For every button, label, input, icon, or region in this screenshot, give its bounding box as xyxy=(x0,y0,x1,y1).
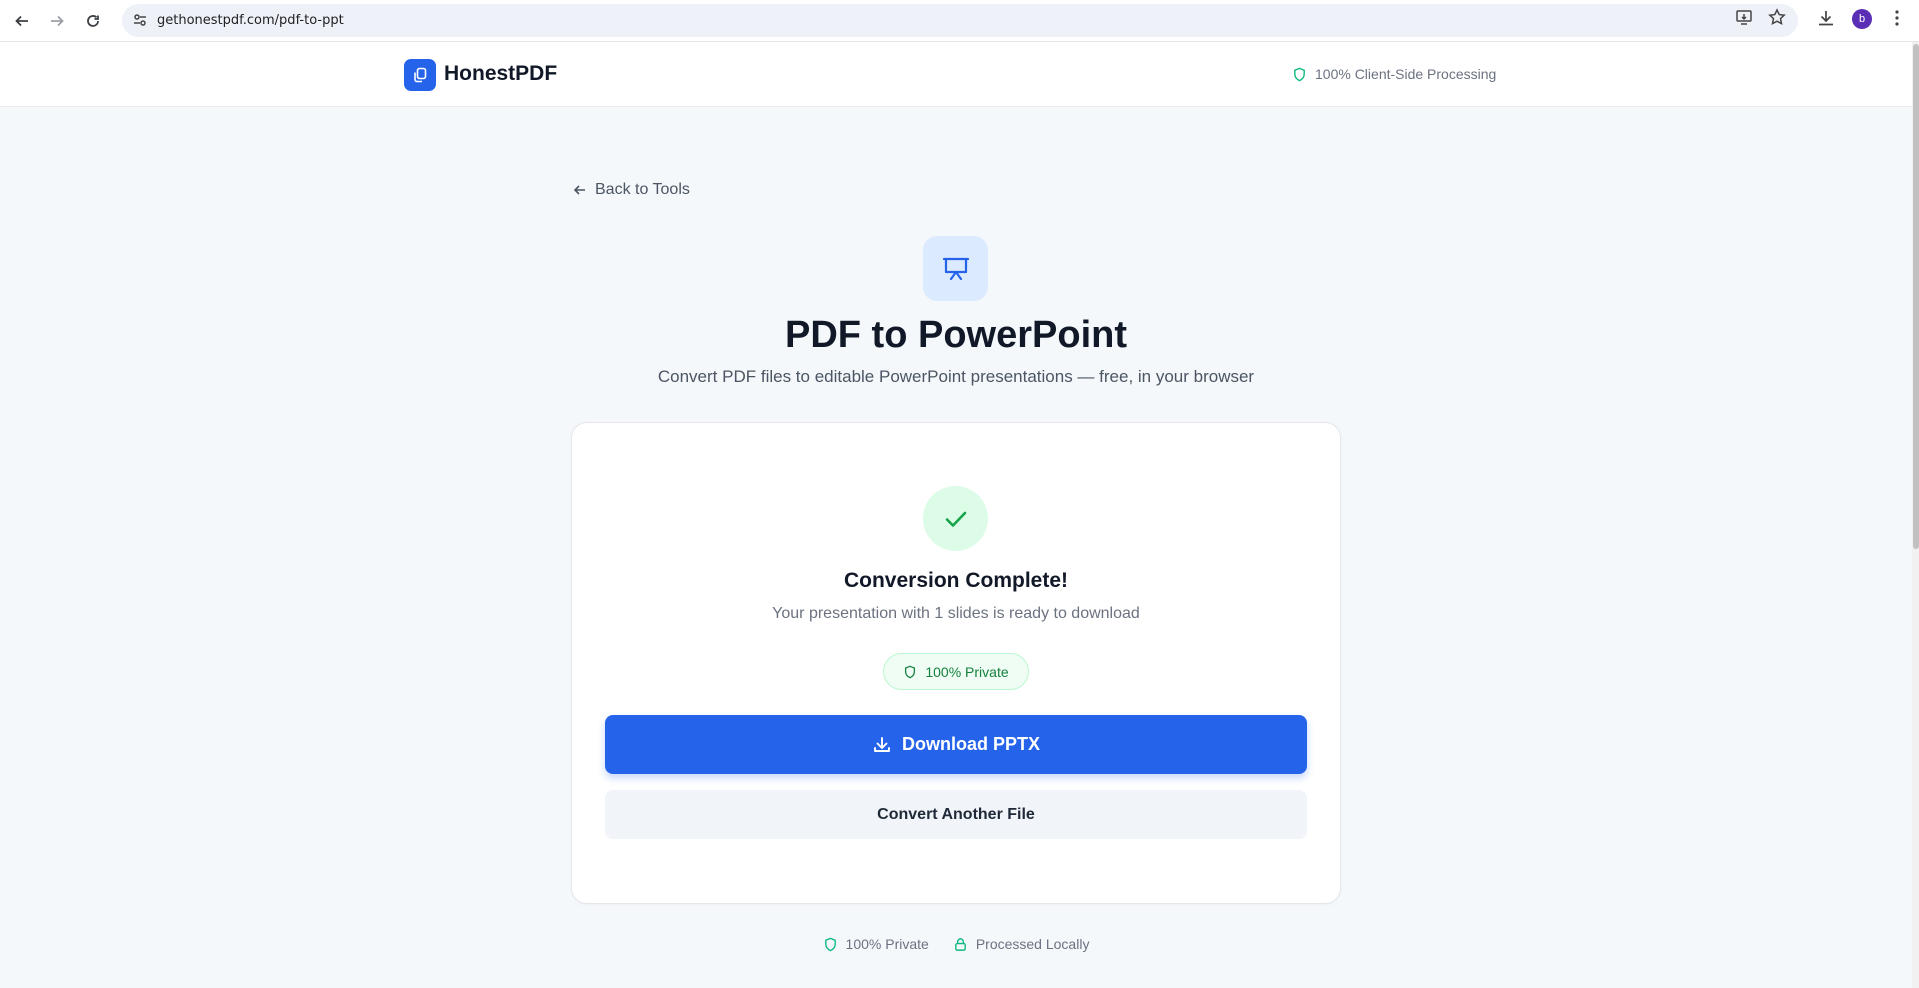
shield-icon xyxy=(824,937,836,951)
menu-kebab-icon[interactable] xyxy=(1887,8,1907,28)
footer-local-label: Processed Locally xyxy=(975,936,1090,952)
lock-icon xyxy=(954,937,966,951)
site-settings-icon[interactable] xyxy=(132,12,148,28)
client-side-label: 100% Client-Side Processing xyxy=(1315,66,1497,82)
ready-message: Your presentation with 1 slides is ready… xyxy=(772,605,1140,622)
private-badge: 100% Private xyxy=(883,653,1029,690)
page-scrollbar-thumb[interactable] xyxy=(1913,44,1919,549)
page-title: PDF to PowerPoint xyxy=(785,314,1127,356)
back-to-tools-label: Back to Tools xyxy=(595,181,690,198)
arrow-left-icon xyxy=(573,185,585,195)
page-subtitle: Convert PDF files to editable PowerPoint… xyxy=(657,367,1255,386)
footer-private: 100% Private xyxy=(823,936,929,952)
url-text[interactable]: gethonestpdf.com/pdf-to-ppt xyxy=(157,13,344,28)
check-icon xyxy=(923,486,988,551)
private-badge-label: 100% Private xyxy=(925,663,1009,680)
conversion-complete-heading: Conversion Complete! xyxy=(843,569,1069,592)
back-arrow-icon[interactable] xyxy=(8,7,36,35)
download-pptx-button[interactable]: Download PPTX xyxy=(605,715,1307,774)
footer-private-label: 100% Private xyxy=(845,936,929,952)
download-pptx-label: Download PPTX xyxy=(901,734,1040,754)
install-app-icon[interactable] xyxy=(1735,8,1753,26)
address-bar[interactable]: gethonestpdf.com/pdf-to-ppt xyxy=(122,4,1798,37)
footer-local: Processed Locally xyxy=(953,936,1090,952)
convert-another-button[interactable]: Convert Another File xyxy=(605,790,1307,839)
site-header: HonestPDF 100% Client-Side Processing xyxy=(0,42,1912,107)
presentation-icon xyxy=(923,236,988,301)
shield-icon xyxy=(1294,67,1305,81)
convert-another-label: Convert Another File xyxy=(877,805,1035,823)
bookmark-star-icon[interactable] xyxy=(1768,8,1786,26)
browser-toolbar: gethonestpdf.com/pdf-to-ppt b xyxy=(0,0,1919,42)
reload-icon[interactable] xyxy=(79,7,107,35)
client-side-badge: 100% Client-Side Processing xyxy=(1292,66,1496,82)
forward-arrow-icon[interactable] xyxy=(43,7,71,35)
shield-icon xyxy=(905,665,916,678)
footer-badges: 100% Private Processed Locally xyxy=(0,936,1912,952)
download-icon xyxy=(874,736,890,752)
profile-avatar[interactable]: b xyxy=(1852,9,1872,29)
downloads-icon[interactable] xyxy=(1816,8,1836,28)
back-to-tools-link[interactable]: Back to Tools xyxy=(573,181,690,199)
logo-icon[interactable] xyxy=(404,59,436,91)
brand-name[interactable]: HonestPDF xyxy=(444,62,557,86)
